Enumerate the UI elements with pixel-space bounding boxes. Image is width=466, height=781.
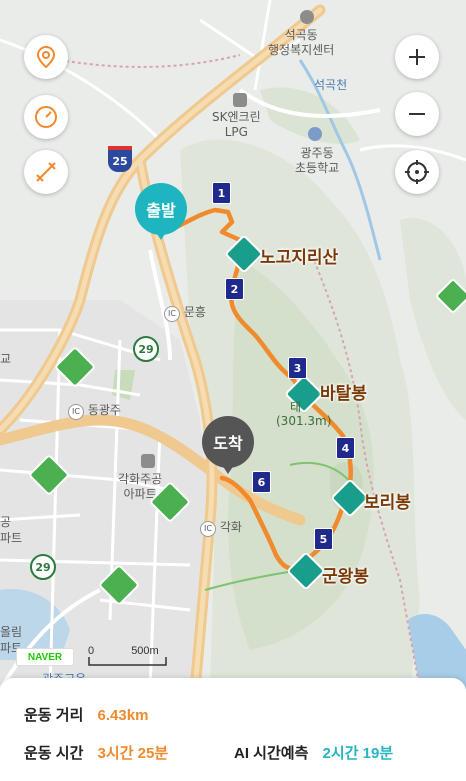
place-label-line: 광주동 <box>300 146 334 160</box>
ai-estimate-label: AI 시간예측 <box>234 745 309 762</box>
ic-badge: IC <box>164 306 180 322</box>
shield-number: 29 <box>35 560 51 574</box>
ic-name: 각화 <box>219 520 242 534</box>
plus-icon <box>409 49 425 65</box>
left-edge-label-2: 공 <box>0 515 12 529</box>
ic-badge: IC <box>200 521 216 537</box>
waypoint-marker-2[interactable]: 2 <box>225 278 244 300</box>
ic-donggwangju-label: IC 동광주 <box>68 403 121 420</box>
scale-bar <box>88 657 167 666</box>
seokgok-center-label: 석곡동 행정복지센터 <box>268 28 334 58</box>
waypoint-marker-5[interactable]: 5 <box>314 528 333 550</box>
waypoint-marker-6[interactable]: 6 <box>252 471 271 493</box>
location-pin-icon <box>36 46 56 68</box>
ic-munheung-label: IC 문흥 <box>164 305 206 322</box>
place-label-line: LPG <box>224 125 248 139</box>
scale-zero: 0 <box>88 645 95 657</box>
peak-label-nogojiri: 노고지리산 <box>260 248 339 268</box>
speedometer-icon <box>35 106 57 128</box>
start-marker-tail <box>153 228 169 240</box>
speed-button[interactable] <box>24 95 68 139</box>
recenter-button[interactable] <box>395 150 439 194</box>
time-row: 운동 시간 3시간 25분 <box>24 742 168 763</box>
distance-label: 운동 거리 <box>24 707 84 724</box>
distance-value: 6.43km <box>97 707 149 724</box>
highway-shield-25: 25 <box>108 146 132 172</box>
place-label-line: SK엔크린 <box>212 110 261 124</box>
crosshair-icon <box>405 160 429 184</box>
place-label-line: 행정복지센터 <box>268 43 335 57</box>
gwangju-school-label: 광주동 초등학교 <box>295 146 339 176</box>
school-icon <box>308 127 322 141</box>
peak-label-bori: 보리봉 <box>364 493 411 513</box>
highway-shield-29-b: 29 <box>30 554 56 580</box>
waypoint-marker-3[interactable]: 3 <box>288 357 307 379</box>
left-edge-label-3: 파트 <box>0 531 23 545</box>
peak-elevation-prefix: 태 <box>290 400 302 414</box>
waypoint-marker-4[interactable]: 4 <box>336 437 355 459</box>
shield-number: 29 <box>138 342 154 356</box>
start-marker-label: 출발 <box>146 201 176 220</box>
end-marker[interactable]: 도착 <box>202 416 254 468</box>
ai-estimate-value: 2시간 19분 <box>322 745 394 762</box>
distance-row: 운동 거리 6.43km <box>24 704 148 725</box>
ic-name: 동광주 <box>87 403 121 417</box>
gas-station-icon <box>233 93 247 107</box>
workout-summary-panel: 운동 거리 6.43km 운동 시간 3시간 25분 AI 시간예측 2시간 1… <box>0 678 466 781</box>
place-label-line: 각화주공 <box>118 472 163 486</box>
seokgokcheon-label: 석곡천 <box>314 78 348 92</box>
minus-icon <box>409 113 425 115</box>
left-edge-label-1: 교 <box>0 352 12 366</box>
scale-labels: 0 500m <box>88 645 159 657</box>
route-icon <box>36 162 56 182</box>
ic-name: 문흥 <box>183 305 206 319</box>
sk-station-label: SK엔크린 LPG <box>212 110 261 140</box>
zoom-out-button[interactable] <box>395 92 439 136</box>
naver-logo: NAVER <box>16 648 74 666</box>
seokgok-center-icon <box>300 10 314 24</box>
peak-label-gunwang: 군왕봉 <box>322 567 369 587</box>
ai-estimate-row: AI 시간예측 2시간 19분 <box>234 742 393 763</box>
time-value: 3시간 25분 <box>97 745 169 762</box>
location-button[interactable] <box>24 35 68 79</box>
end-marker-label: 도착 <box>213 434 243 453</box>
ic-gakhwa-label: IC 각화 <box>200 520 242 537</box>
end-marker-tail <box>220 462 236 474</box>
place-label-line: 초등학교 <box>295 161 340 175</box>
peak-elevation-batal: (301.3m) <box>276 414 332 428</box>
ic-badge: IC <box>68 404 84 420</box>
zoom-in-button[interactable] <box>395 35 439 79</box>
waypoint-marker-1[interactable]: 1 <box>212 182 231 204</box>
route-button[interactable] <box>24 150 68 194</box>
shield-number: 25 <box>112 154 128 168</box>
apartment-icon <box>141 454 155 468</box>
place-label-line: 석곡동 <box>284 28 318 42</box>
left-edge-label-4: 올림 <box>0 625 23 639</box>
peak-label-batal: 바탈봉 <box>320 384 367 404</box>
scale-distance: 500m <box>131 645 159 657</box>
highway-shield-29-a: 29 <box>133 336 159 362</box>
time-label: 운동 시간 <box>24 745 84 762</box>
